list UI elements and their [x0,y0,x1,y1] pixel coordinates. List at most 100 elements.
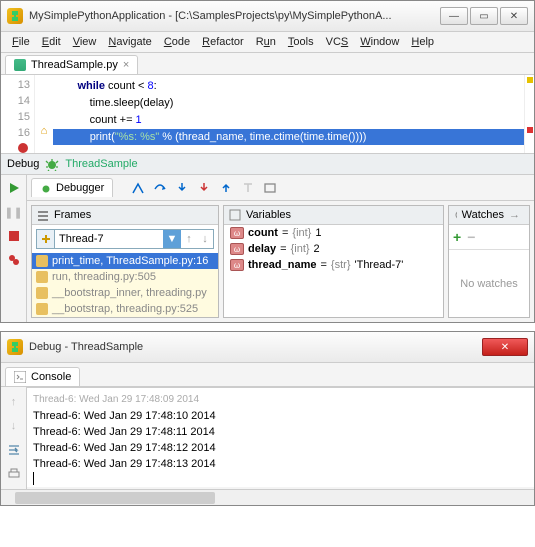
menu-tools[interactable]: Tools [283,34,319,50]
console-tab[interactable]: Console [5,367,80,386]
close-tab-icon[interactable]: × [123,59,129,71]
pause-button[interactable]: ❚❚ [5,203,23,221]
variables-pane: Variables ωcount = {int} 1 ωdelay = {int… [223,205,444,318]
app-icon [7,339,23,355]
stack-frame[interactable]: print_time, ThreadSample.py:16 [32,253,218,269]
frame-icon [36,271,48,283]
console-line: Thread-6: Wed Jan 29 17:48:13 2014 [33,456,528,472]
next-frame-button[interactable]: ↓ [197,230,213,248]
maximize-button[interactable]: ▭ [470,7,498,25]
variable-row[interactable]: ωthread_name = {str} 'Thread-7' [224,257,443,273]
truncated-line: Thread-6: Wed Jan 29 17:48:09 2014 [33,392,528,408]
titlebar[interactable]: MySimplePythonApplication - [C:\SamplesP… [1,1,534,32]
horizontal-scrollbar[interactable] [1,489,534,505]
stack-frame[interactable]: run, threading.py:505 [32,269,218,285]
menu-view[interactable]: View [68,34,102,50]
debugger-tab[interactable]: Debugger [31,178,113,197]
watches-title: Watches [462,209,504,221]
variable-row[interactable]: ωdelay = {int} 2 [224,241,443,257]
menu-file[interactable]: File [7,34,35,50]
dropdown-icon[interactable]: ▼ [163,230,181,248]
scroll-up-button[interactable]: ↑ [5,393,23,411]
window-title: Debug - ThreadSample [29,341,482,353]
warning-marker[interactable] [527,77,533,83]
line-no: 15 [3,109,30,125]
bug-icon [45,157,59,171]
debug-side-toolbar: ❚❚ [1,175,27,322]
scrollbar-thumb[interactable] [15,492,215,504]
menu-window[interactable]: Window [355,34,404,50]
gutter-marks: ⌂ [35,75,53,153]
frame-icon [36,287,48,299]
code-area[interactable]: while count < 8: time.sleep(delay) count… [53,75,524,153]
add-watch-button[interactable]: + [453,229,461,245]
remove-watch-button[interactable]: − [467,229,475,245]
force-step-into-button[interactable] [195,179,213,197]
hide-pane-icon[interactable]: → [509,209,524,221]
close-button[interactable]: ✕ [500,7,528,25]
debug-toolbar: Debugger [27,175,534,201]
console-body: ↑ ↓ Thread-6: Wed Jan 29 17:48:09 2014 T… [1,387,534,489]
window-title: MySimplePythonApplication - [C:\SamplesP… [29,10,440,22]
close-button[interactable]: ✕ [482,338,528,356]
minimize-button[interactable]: — [440,7,468,25]
menu-run[interactable]: Run [251,34,281,50]
menu-code[interactable]: Code [159,34,195,50]
step-over-button[interactable] [151,179,169,197]
stack-frame[interactable]: __bootstrap, threading.py:525 [32,301,218,317]
debug-body: ❚❚ Debugger Frames [1,175,534,322]
step-out-button[interactable] [217,179,235,197]
run-config-name[interactable]: ThreadSample [65,158,137,170]
stop-button[interactable] [5,227,23,245]
stack-frame[interactable]: __bootstrap_inner, threading.py [32,285,218,301]
soft-wrap-button[interactable] [5,441,23,459]
thread-selector[interactable]: Thread-7 ▼ ↑ ↓ [36,229,214,249]
file-tab-label: ThreadSample.py [31,59,118,71]
watches-pane: Watches→ + − No watches [448,205,530,318]
frame-icon [36,255,48,267]
frames-icon [37,209,49,221]
frames-title: Frames [54,209,91,221]
print-button[interactable] [5,465,23,483]
run-to-cursor-button[interactable] [239,179,257,197]
thread-name: Thread-7 [55,231,163,247]
variable-row[interactable]: ωcount = {int} 1 [224,225,443,241]
menu-help[interactable]: Help [406,34,439,50]
menu-refactor[interactable]: Refactor [197,34,249,50]
menu-edit[interactable]: Edit [37,34,66,50]
menubar: File Edit View Navigate Code Refactor Ru… [1,32,534,53]
evaluate-button[interactable] [261,179,279,197]
python-file-icon [14,59,26,71]
scroll-down-button[interactable]: ↓ [5,417,23,435]
debug-toolwindow-header[interactable]: Debug ThreadSample [1,153,534,175]
variables-icon [229,209,241,221]
ide-window: MySimplePythonApplication - [C:\SamplesP… [0,0,535,323]
step-into-button[interactable] [173,179,191,197]
var-badge-icon: ω [230,243,244,255]
code-editor[interactable]: 13 14 15 16 ⌂ while count < 8: time.slee… [1,75,534,153]
editor-tabs: ThreadSample.py × [1,53,534,75]
resume-button[interactable] [5,179,23,197]
cursor [33,472,34,485]
error-stripe[interactable] [524,75,534,153]
show-execution-point-button[interactable] [129,179,147,197]
line-no: 13 [3,77,30,93]
file-tab[interactable]: ThreadSample.py × [5,55,138,74]
breakpoint-icon[interactable] [18,143,28,153]
error-marker[interactable] [527,127,533,133]
var-badge-icon: ω [230,259,244,271]
console-output[interactable]: Thread-6: Wed Jan 29 17:48:09 2014 Threa… [27,387,534,487]
line-no: 16 [3,125,30,153]
frames-pane: Frames Thread-7 ▼ ↑ ↓ print_time, Thread… [31,205,219,318]
call-stack[interactable]: print_time, ThreadSample.py:16 run, thre… [32,253,218,317]
variables-title: Variables [246,209,291,221]
bug-icon [40,182,52,194]
menu-navigate[interactable]: Navigate [103,34,156,50]
prev-frame-button[interactable]: ↑ [181,230,197,248]
menu-vcs[interactable]: VCS [321,34,354,50]
view-breakpoints-button[interactable] [5,251,23,269]
console-tab-label: Console [31,371,71,383]
titlebar[interactable]: Debug - ThreadSample ✕ [1,332,534,363]
gutter[interactable]: 13 14 15 16 [1,75,35,153]
frame-icon [36,303,48,315]
